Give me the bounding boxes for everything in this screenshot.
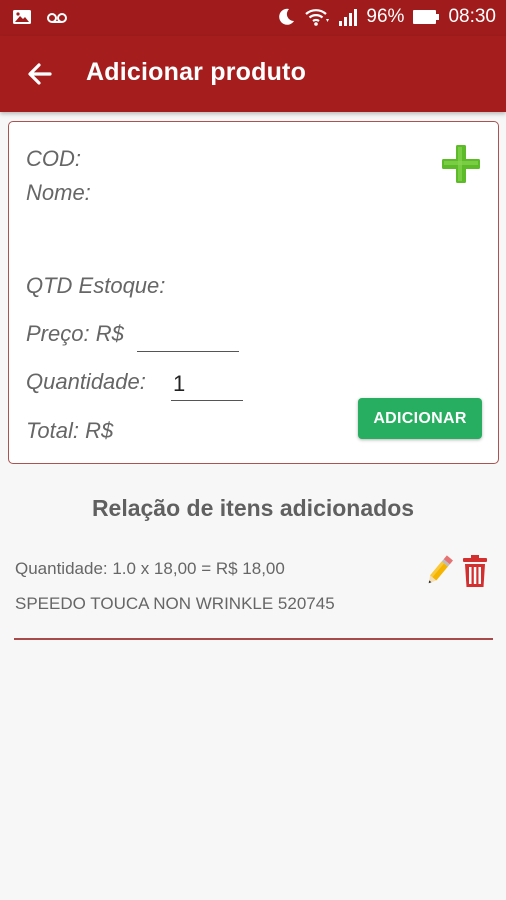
back-arrow-icon[interactable] [24, 58, 56, 90]
item-product-name: SPEEDO TOUCA NON WRINKLE 520745 [15, 594, 335, 613]
app-bar: Adicionar produto [0, 36, 506, 112]
image-notification-icon [12, 8, 32, 26]
estoque-label: QTD Estoque: [26, 273, 166, 298]
page-title: Adicionar produto [86, 58, 307, 86]
cod-label: COD: [26, 146, 81, 171]
adicionar-button[interactable]: ADICIONAR [358, 398, 482, 439]
item-quantity-line: Quantidade: 1.0 x 18,00 = R$ 18,00 [15, 559, 285, 578]
section-title: Relação de itens adicionados [91, 495, 415, 521]
quantidade-input[interactable] [171, 367, 243, 401]
voicemail-icon [46, 8, 68, 26]
preco-input[interactable] [137, 320, 239, 352]
item-divider [14, 638, 493, 640]
trash-delete-icon[interactable] [461, 553, 489, 589]
quantidade-label: Quantidade: [26, 369, 146, 394]
moon-icon [276, 7, 296, 27]
pencil-edit-icon[interactable] [424, 553, 454, 589]
clock: 08:30 [448, 6, 496, 27]
product-form-card: COD: Nome: QTD Estoque: Preço: R$ Quanti… [8, 121, 499, 464]
preco-label: Preço: R$ [26, 321, 124, 346]
signal-icon [338, 7, 358, 27]
battery-percent: 96% [366, 6, 405, 27]
status-bar: 96% 08:30 [0, 0, 506, 36]
battery-icon [412, 8, 440, 26]
wifi-icon [304, 7, 330, 27]
total-label: Total: R$ [26, 418, 114, 443]
list-item: Quantidade: 1.0 x 18,00 = R$ 18,00 SPEED… [0, 545, 506, 640]
add-product-plus-icon[interactable] [440, 143, 482, 185]
nome-label: Nome: [26, 180, 91, 205]
